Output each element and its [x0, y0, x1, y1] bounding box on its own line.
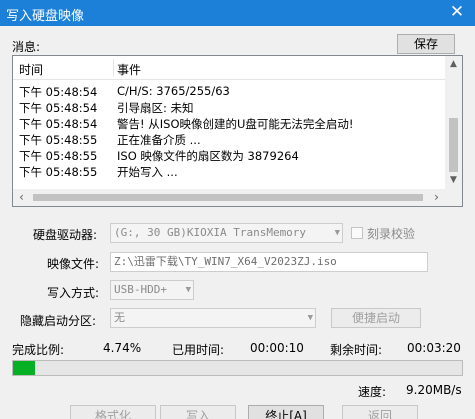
log-row[interactable]: 下午 05:48:54 引导扇区: 未知: [13, 100, 445, 116]
drive-select-value: (G:, 30 GB)KIOXIA TransMemory: [114, 226, 307, 239]
column-header-event[interactable]: 事件: [117, 61, 141, 78]
horizontal-scroll-thumb[interactable]: [33, 194, 423, 201]
hidden-partition-label: 隐藏启动分区:: [20, 314, 97, 328]
image-file-label: 映像文件:: [47, 257, 100, 271]
log-row-event: C/H/S: 3765/255/63: [117, 84, 230, 98]
column-header-time[interactable]: 时间: [19, 61, 43, 78]
log-row-time: 下午 05:48:54: [19, 101, 98, 115]
hidden-partition-value: 无: [114, 311, 125, 324]
write-method-label: 写入方式:: [47, 286, 100, 300]
chevron-down-icon: ▼: [307, 313, 313, 323]
log-row-time: 下午 05:48:55: [19, 165, 98, 179]
speed-value: 9.20MB/s: [406, 383, 462, 397]
chevron-down-icon: ▼: [334, 228, 340, 238]
column-divider[interactable]: [113, 59, 114, 77]
log-row-event: 开始写入 ...: [117, 165, 178, 179]
log-row[interactable]: 下午 05:48:54 C/H/S: 3765/255/63: [13, 84, 445, 100]
log-row-event: 警告! 从ISO映像创建的U盘可能无法完全启动!: [117, 117, 354, 131]
completion-label: 完成比例:: [12, 343, 65, 357]
log-row-time: 下午 05:48:55: [19, 149, 98, 163]
write-progress-bar: [12, 360, 463, 376]
write-method-value: USB-HDD+: [114, 283, 167, 296]
scroll-left-icon[interactable]: ‹: [13, 189, 30, 206]
log-row-time: 下午 05:48:54: [19, 85, 98, 99]
write-method-select[interactable]: USB-HDD+ ▼: [110, 280, 194, 300]
elapsed-time-label: 已用时间:: [172, 343, 225, 357]
drive-label: 硬盘驱动器:: [33, 228, 98, 242]
log-row-time: 下午 05:48:54: [19, 117, 98, 131]
elapsed-time-value: 00:00:10: [250, 341, 304, 355]
scroll-down-icon[interactable]: ▼: [445, 172, 462, 189]
vertical-scroll-thumb[interactable]: [449, 118, 458, 172]
title-bar: 写入硬盘映像 ✕: [0, 0, 475, 26]
log-row-event: 正在准备介质 ...: [117, 133, 201, 147]
horizontal-scrollbar[interactable]: ‹ ›: [13, 189, 445, 206]
verify-label[interactable]: 刻录校验: [367, 225, 415, 242]
scroll-right-icon[interactable]: ›: [428, 189, 445, 206]
write-disk-image-dialog: 写入硬盘映像 ✕ 消息: 保存 时间 事件 下午 05:48:54 C/H/S:…: [0, 0, 475, 419]
speed-label: 速度:: [358, 385, 387, 399]
messages-label: 消息:: [12, 40, 41, 54]
portable-boot-button[interactable]: 便捷启动: [331, 308, 421, 328]
write-button[interactable]: 写入: [160, 405, 236, 419]
image-file-field[interactable]: Z:\迅雷下载\TY_WIN7_X64_V2023ZJ.iso: [110, 252, 428, 272]
remaining-time-label: 剩余时间:: [330, 343, 383, 357]
message-log[interactable]: 时间 事件 下午 05:48:54 C/H/S: 3765/255/63 下午 …: [12, 55, 463, 207]
chevron-down-icon: ▼: [185, 285, 191, 295]
completion-value: 4.74%: [103, 341, 142, 355]
verify-checkbox[interactable]: [351, 227, 363, 239]
log-header: 时间 事件: [13, 56, 445, 80]
back-button[interactable]: 返回: [342, 405, 418, 419]
abort-button[interactable]: 终止[A]: [248, 405, 324, 419]
log-row[interactable]: 下午 05:48:55 ISO 映像文件的扇区数为 3879264: [13, 148, 445, 164]
format-button[interactable]: 格式化: [70, 405, 156, 419]
log-row[interactable]: 下午 05:48:55 开始写入 ...: [13, 164, 445, 180]
scroll-up-icon[interactable]: ▲: [445, 56, 462, 73]
log-row[interactable]: 下午 05:48:54 警告! 从ISO映像创建的U盘可能无法完全启动!: [13, 116, 445, 132]
save-button[interactable]: 保存: [397, 34, 455, 54]
scrollbar-corner: [445, 189, 462, 206]
remaining-time-value: 00:03:20: [407, 341, 461, 355]
log-row-event: ISO 映像文件的扇区数为 3879264: [117, 149, 299, 163]
hidden-partition-select[interactable]: 无 ▼: [110, 308, 316, 328]
log-row-event: 引导扇区: 未知: [117, 101, 194, 115]
window-title: 写入硬盘映像: [6, 9, 85, 24]
log-row-time: 下午 05:48:55: [19, 133, 98, 147]
drive-select[interactable]: (G:, 30 GB)KIOXIA TransMemory ▼: [110, 223, 343, 243]
log-row[interactable]: 下午 05:48:55 正在准备介质 ...: [13, 132, 445, 148]
vertical-scrollbar[interactable]: ▲ ▼: [445, 56, 462, 189]
close-icon[interactable]: ✕: [439, 0, 475, 26]
progress-fill: [13, 361, 36, 375]
